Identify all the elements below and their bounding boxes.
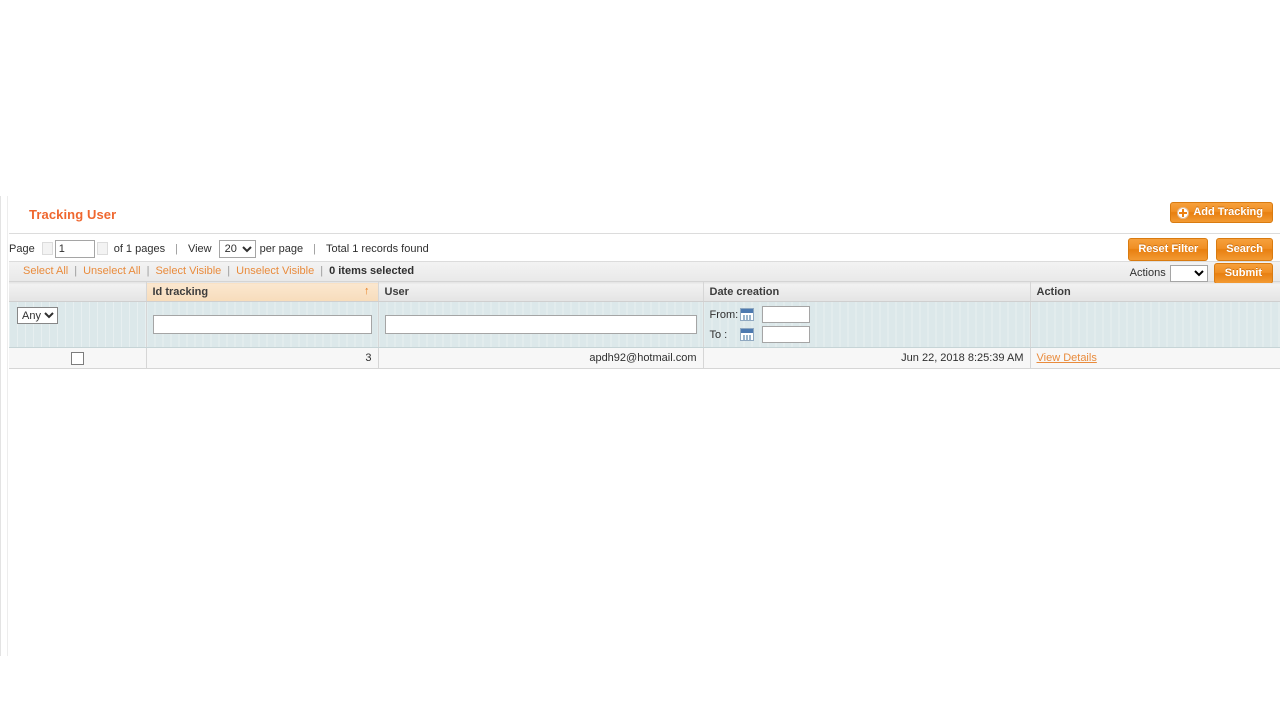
page-title: Tracking User	[29, 207, 117, 222]
pager-divider-2: |	[313, 243, 316, 255]
table-row[interactable]: 3 apdh92@hotmail.com Jun 22, 2018 8:25:3…	[9, 347, 1280, 369]
calendar-icon[interactable]	[739, 328, 754, 341]
content-header: Tracking User Add Tracking	[9, 196, 1280, 234]
filter-cell-action	[1030, 301, 1280, 348]
chevron-right-icon[interactable]	[96, 241, 108, 255]
date-to-label: To :	[709, 328, 728, 341]
of-pages-text: of 1 pages	[113, 243, 166, 255]
filter-cell-id-tracking	[146, 301, 379, 348]
calendar-icon[interactable]	[739, 308, 754, 321]
pager-label: Page	[9, 243, 35, 255]
grid-header-user[interactable]: User	[378, 282, 704, 302]
row-user: apdh92@hotmail.com	[378, 347, 704, 369]
grid-filter-row: Any From: To:	[9, 301, 1280, 348]
select-all-link[interactable]: Select All	[23, 265, 68, 277]
submit-button[interactable]: Submit	[1213, 263, 1273, 284]
add-tracking-button[interactable]: Add Tracking	[1170, 202, 1273, 223]
grid-body: 3 apdh92@hotmail.com Jun 22, 2018 8:25:3…	[9, 347, 1280, 369]
actions-label: Actions	[1129, 267, 1166, 280]
unselect-visible-link[interactable]: Unselect Visible	[236, 265, 314, 277]
chevron-left-icon[interactable]	[41, 241, 53, 255]
grid-toolbar: Page of 1 pages | View 20 per page | Total 1 …	[9, 234, 1280, 262]
grid-header-row: Id tracking ↑ User Date creation Action	[9, 282, 1280, 302]
date-from-row: From:	[710, 306, 1024, 323]
page-number-input[interactable]	[54, 240, 95, 258]
date-to-input[interactable]	[761, 326, 810, 343]
row-checkbox[interactable]	[70, 351, 84, 365]
massaction-divider-1: |	[74, 265, 78, 277]
massaction-divider-4: |	[320, 265, 324, 277]
filter-cell-user	[378, 301, 704, 348]
grid-header-action: Action	[1030, 282, 1280, 302]
filter-cell-date-creation: From: To :	[703, 301, 1031, 348]
date-from-input[interactable]	[761, 306, 810, 323]
date-to-row: To :	[710, 326, 1024, 343]
grid-header-id-tracking-label: Id tracking	[152, 286, 209, 298]
id-tracking-filter-input[interactable]	[152, 315, 372, 334]
plus-circle-icon	[1177, 207, 1190, 219]
records-found-text: Total 1 records found	[325, 243, 429, 255]
add-tracking-button-label: Add Tracking	[1193, 206, 1263, 218]
arrow-up-icon: ↑	[364, 285, 370, 297]
view-details-link[interactable]: View Details	[1037, 352, 1097, 364]
filter-cell-checkbox: Any	[9, 301, 147, 348]
massaction-divider-2: |	[146, 265, 150, 277]
admin-content-frame: Tracking User Add Tracking Page of 1 page…	[0, 196, 1280, 656]
massaction-links: Select All | Unselect All | Select Visible | U…	[23, 265, 414, 277]
per-page-select[interactable]: 20	[218, 240, 256, 258]
grid-header-checkbox	[9, 282, 147, 302]
massaction-controls: Actions Submit	[1130, 263, 1273, 284]
reset-filter-button[interactable]: Reset Filter	[1128, 238, 1209, 261]
row-action-cell: View Details	[1030, 347, 1280, 369]
massaction-divider-3: |	[227, 265, 231, 277]
search-button[interactable]: Search	[1216, 238, 1273, 261]
date-from-label: From:	[709, 308, 739, 321]
per-page-text: per page	[259, 243, 304, 255]
toolbar-buttons: Reset Filter Search	[1123, 238, 1273, 261]
pager: Page of 1 pages | View 20 per page | Total 1 …	[9, 240, 433, 258]
actions-select[interactable]	[1169, 265, 1208, 282]
row-checkbox-cell	[9, 347, 147, 369]
grid-header-id-tracking[interactable]: Id tracking ↑	[146, 282, 379, 302]
items-selected-count: 0 items selected	[329, 265, 415, 277]
tracking-grid: Id tracking ↑ User Date creation Action	[9, 282, 1280, 369]
select-visible-link[interactable]: Select Visible	[155, 265, 221, 277]
row-date-creation: Jun 22, 2018 8:25:39 AM	[703, 347, 1031, 369]
grid-header-date-creation-label: Date creation	[709, 286, 780, 298]
checkbox-filter-select[interactable]: Any	[17, 307, 58, 324]
grid-header-date-creation[interactable]: Date creation	[703, 282, 1031, 302]
pager-divider-1: |	[175, 243, 178, 255]
grid-header-user-label: User	[384, 286, 409, 298]
grid-header-action-label: Action	[1036, 286, 1071, 298]
massaction-bar: Select All | Unselect All | Select Visible | U…	[9, 262, 1280, 284]
unselect-all-link[interactable]: Unselect All	[83, 265, 140, 277]
row-id-tracking: 3	[146, 347, 379, 369]
user-filter-input[interactable]	[384, 315, 697, 334]
view-label: View	[187, 243, 212, 255]
content-area: Tracking User Add Tracking Page of 1 page…	[9, 196, 1280, 656]
